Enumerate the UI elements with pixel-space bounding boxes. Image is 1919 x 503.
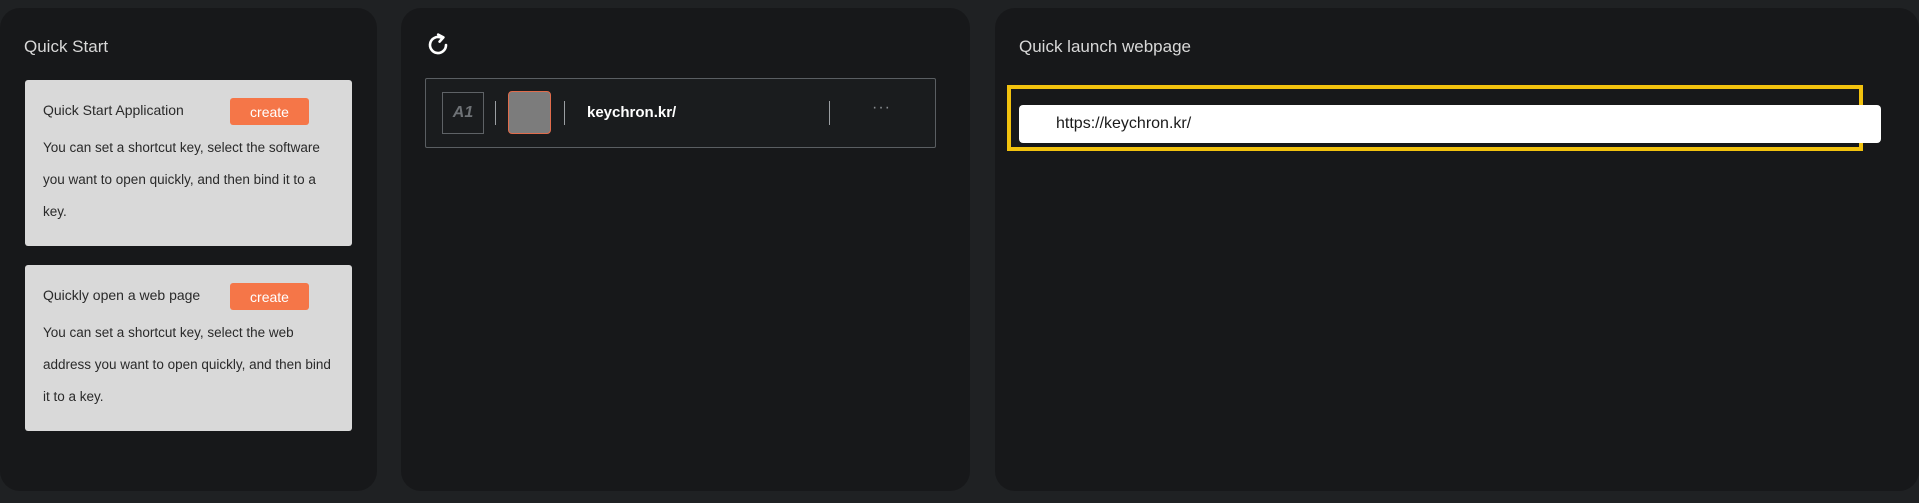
create-webpage-button[interactable]: create <box>230 283 309 310</box>
refresh-icon[interactable] <box>425 32 451 58</box>
quick-start-application-card: Quick Start Application create You can s… <box>25 80 352 246</box>
key-badge: A1 <box>442 92 484 134</box>
quick-open-webpage-card: Quickly open a web page create You can s… <box>25 265 352 431</box>
shortcut-list-panel: A1 keychron.kr/ ··· <box>401 8 970 491</box>
url-input[interactable] <box>1019 105 1881 143</box>
more-options-button[interactable]: ··· <box>872 99 891 117</box>
divider <box>829 101 830 125</box>
shortcut-entry-label: keychron.kr/ <box>587 104 677 121</box>
divider <box>564 101 565 125</box>
quick-launch-webpage-panel: Quick launch webpage <box>995 8 1919 491</box>
shortcut-entry-row[interactable]: A1 keychron.kr/ ··· <box>425 78 936 148</box>
quick-launch-webpage-title: Quick launch webpage <box>1019 37 1192 56</box>
quick-start-title: Quick Start <box>24 37 109 56</box>
card-title: Quickly open a web page <box>43 287 201 303</box>
card-description: You can set a shortcut key, select the w… <box>43 325 331 404</box>
create-application-button[interactable]: create <box>230 98 309 125</box>
divider <box>495 101 496 125</box>
card-description: You can set a shortcut key, select the s… <box>43 140 320 219</box>
webpage-thumbnail <box>508 91 551 134</box>
quick-start-panel: Quick Start Quick Start Application crea… <box>0 8 377 491</box>
card-title: Quick Start Application <box>43 102 184 118</box>
